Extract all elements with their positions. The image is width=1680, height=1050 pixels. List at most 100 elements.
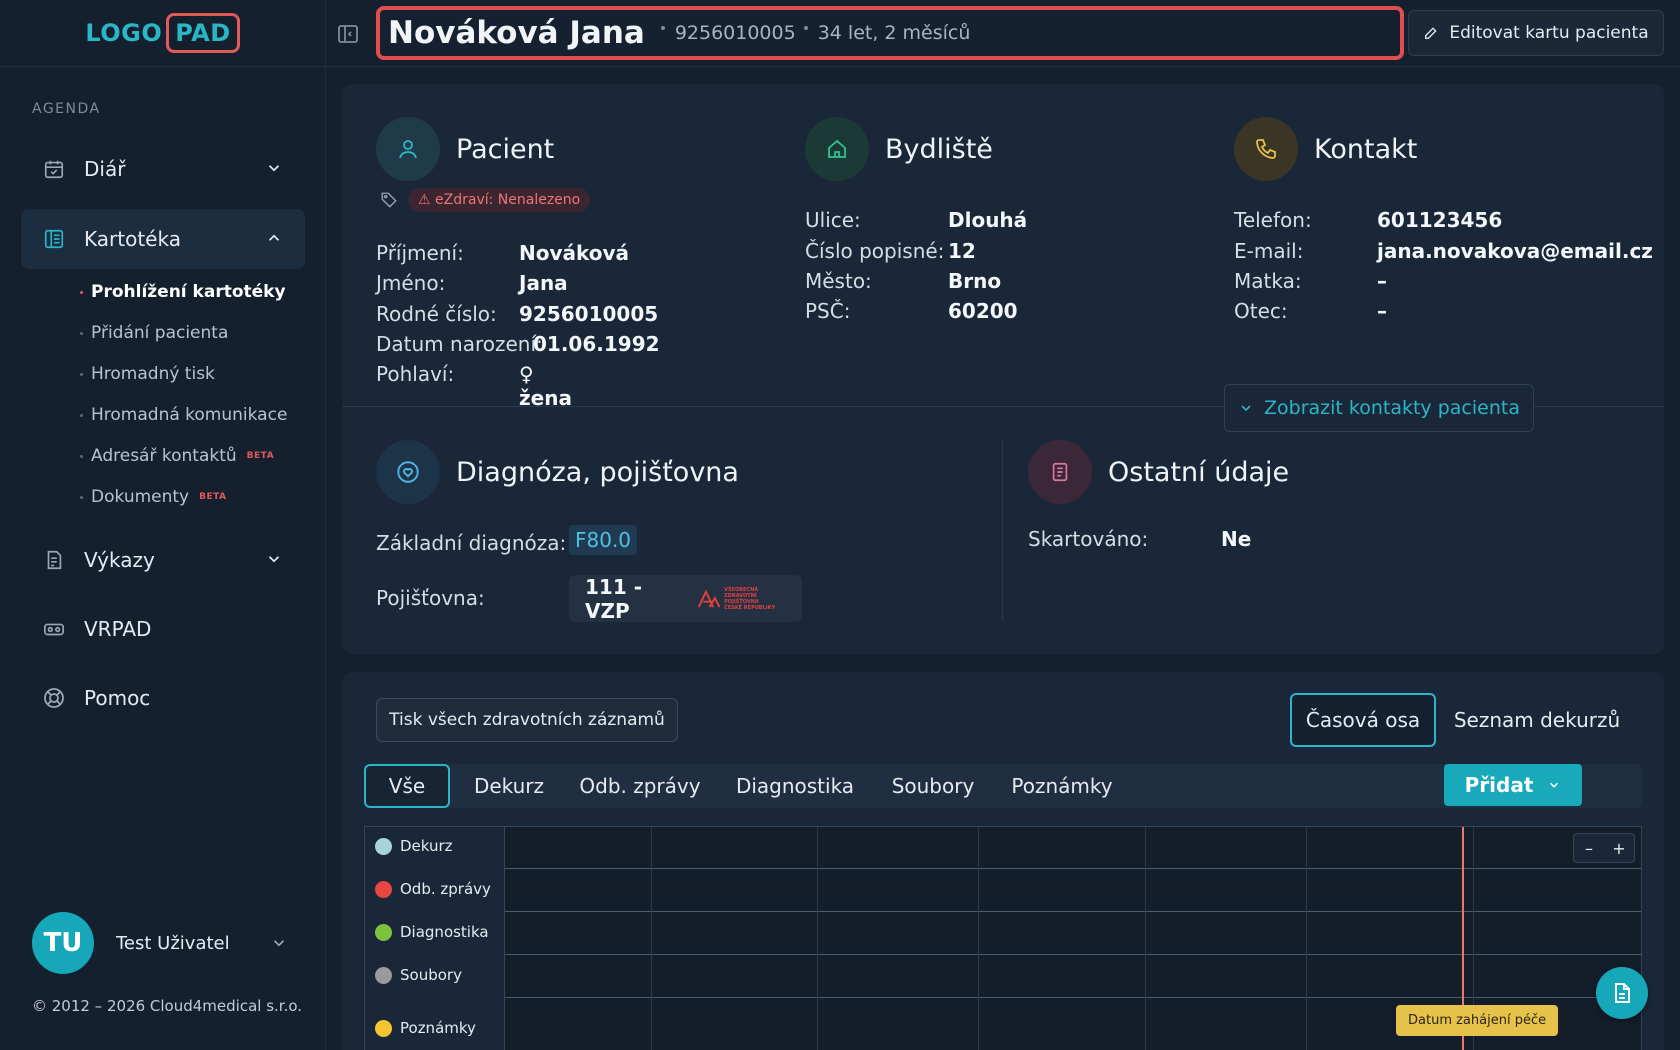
- patient-gender-row: Pohlaví: ♀ žena: [376, 362, 572, 410]
- patient-birthdate-row: Datum narození: 01.06.1992: [376, 332, 660, 356]
- timeline-view-button[interactable]: Časová osa: [1290, 693, 1436, 747]
- vzp-logo-text: VŠEOBECNÁ ZDRAVOTNÍ POJIŠŤOVNA ČESKÉ REP…: [724, 587, 786, 611]
- address-number-row: Číslo popisné: 12: [805, 239, 976, 263]
- print-all-records-button[interactable]: Tisk všech zdravotních záznamů: [376, 698, 678, 742]
- sidebar-subitem-pridani[interactable]: Přidání pacienta: [80, 323, 228, 343]
- field-value: Brno: [948, 269, 1002, 293]
- chevron-down-icon: [268, 556, 280, 563]
- patient-info-card: Pacient ⚠ eZdraví: Nenalezeno Příjmení: N…: [342, 84, 1664, 654]
- bullet: [80, 331, 83, 335]
- address-zip-row: PSČ: 60200: [805, 299, 1018, 323]
- chevron-up-icon: [268, 234, 280, 241]
- lifebuoy-icon: [42, 686, 66, 710]
- shredded-row: Skartováno: Ne: [1028, 527, 1251, 551]
- field-label: Matka:: [1234, 269, 1302, 293]
- contact-father-row: Otec: –: [1234, 299, 1387, 323]
- timeline-grid[interactable]: Dekurz Odb. zprávy Diagnostika Soubory P…: [364, 826, 1642, 1050]
- sidebar-subitem-adresar[interactable]: Adresář kontaktů BETA: [80, 446, 274, 466]
- section-label-agenda: AGENDA: [32, 101, 101, 117]
- grid-line: [505, 911, 1641, 912]
- sidebar-item-pomoc[interactable]: Pomoc: [21, 668, 305, 728]
- legend-dot: [375, 1019, 392, 1037]
- sidebar-subitem-hromadny-tisk[interactable]: Hromadný tisk: [80, 364, 215, 384]
- field-label: Skartováno:: [1028, 527, 1149, 551]
- timeline-row-odb-zpravy: Odb. zprávy: [375, 880, 491, 898]
- zoom-in-button[interactable]: +: [1604, 834, 1634, 862]
- timeline-row-soubory: Soubory: [375, 966, 462, 984]
- field-value: Nováková: [519, 241, 630, 265]
- legend-dot: [375, 923, 392, 941]
- sidebar-item-vrpad[interactable]: VRPAD: [21, 599, 305, 659]
- field-label: PSČ:: [805, 299, 851, 323]
- insurance-value: 111 - VZP: [585, 574, 643, 623]
- tab-vse[interactable]: Vše: [364, 764, 450, 808]
- bullet: [80, 372, 83, 376]
- female-icon: ♀: [519, 362, 534, 386]
- user-name: Test Uživatel: [116, 932, 230, 954]
- diagnosis-block-header: Diagnóza, pojišťovna: [376, 440, 739, 504]
- patient-surname-row: Příjmení: Nováková: [376, 241, 629, 265]
- logo-part-2: PAD: [166, 13, 240, 53]
- tab-dekurz[interactable]: Dekurz: [462, 764, 556, 808]
- legend-dot: [375, 837, 392, 855]
- address-block-title: Bydliště: [885, 133, 993, 165]
- tag-icon[interactable]: [380, 191, 398, 209]
- field-value: 9256010005: [519, 302, 659, 326]
- legend-dot: [375, 966, 392, 984]
- field-label: Město:: [805, 269, 872, 293]
- chevron-down-icon: [1550, 782, 1559, 788]
- zoom-out-button[interactable]: –: [1574, 834, 1604, 862]
- separator-dot: [803, 26, 808, 30]
- diagnosis-code-badge[interactable]: F80.0: [569, 525, 638, 555]
- insurance-badge: 111 - VZP VŠEOBECNÁ ZDRAVOTNÍ POJIŠŤOVNA…: [569, 574, 802, 623]
- sidebar-item-kartoteka[interactable]: Kartotéka: [21, 209, 305, 269]
- sidebar-item-diar[interactable]: Diář: [21, 139, 305, 199]
- patient-age: 34 let, 2 měsíců: [817, 22, 971, 44]
- grid-line: [505, 954, 1641, 955]
- edit-patient-card-button[interactable]: Editovat kartu pacienta: [1408, 10, 1664, 56]
- contact-block-header: Kontakt: [1234, 117, 1417, 181]
- contact-mother-row: Matka: –: [1234, 269, 1387, 293]
- sidebar-subitem-prohlizeni[interactable]: Prohlížení kartotéky: [80, 282, 286, 302]
- sidebar-item-label: Diář: [84, 157, 126, 181]
- vzp-logo: VŠEOBECNÁ ZDRAVOTNÍ POJIŠŤOVNA ČESKÉ REP…: [697, 587, 786, 611]
- logo[interactable]: LOGO PAD: [85, 13, 240, 53]
- ezdravi-status: eZdraví: Nenalezeno: [435, 192, 581, 208]
- floating-document-button[interactable]: [1596, 967, 1648, 1019]
- grid-line: [651, 827, 652, 1050]
- field-value: 60200: [948, 299, 1018, 323]
- tab-odb-zpravy[interactable]: Odb. zprávy: [568, 764, 712, 808]
- field-label: Pohlaví:: [376, 362, 455, 386]
- bullet: [80, 290, 83, 294]
- sidebar-item-label: Pomoc: [84, 686, 151, 710]
- field-value: Jana: [519, 271, 568, 295]
- insurance-row: Pojišťovna:: [376, 586, 485, 610]
- add-record-button[interactable]: Přidat: [1444, 764, 1582, 806]
- other-block-title: Ostatní údaje: [1108, 456, 1290, 488]
- avatar: TU: [32, 912, 94, 974]
- show-patient-contacts-button[interactable]: Zobrazit kontakty pacienta: [1224, 384, 1534, 432]
- beta-badge: BETA: [199, 492, 227, 502]
- tab-diagnostika[interactable]: Diagnostika: [726, 764, 864, 808]
- tab-poznamky[interactable]: Poznámky: [1000, 764, 1124, 808]
- patient-firstname-row: Jméno: Jana: [376, 271, 568, 295]
- sidebar-toggle-icon[interactable]: [336, 22, 360, 46]
- sidebar-subitem-label: Adresář kontaktů: [91, 446, 237, 466]
- field-value: –: [1377, 269, 1387, 293]
- pencil-icon: [1425, 27, 1437, 39]
- sidebar-subitem-label: Prohlížení kartotéky: [91, 282, 286, 302]
- tab-soubory[interactable]: Soubory: [876, 764, 990, 808]
- sidebar-item-vykazy[interactable]: Výkazy: [21, 530, 305, 590]
- chevron-down-icon: [268, 165, 280, 172]
- user-menu[interactable]: TU Test Uživatel: [32, 912, 288, 974]
- timeline-row-label: Dekurz: [400, 837, 453, 855]
- copyright: © 2012 – 2026 Cloud4medical s.r.o.: [32, 997, 303, 1015]
- header: Nováková Jana 9256010005 34 let, 2 měsíc…: [326, 0, 1680, 67]
- contact-block-title: Kontakt: [1314, 133, 1418, 165]
- decursus-list-view-button[interactable]: Seznam dekurzů: [1452, 693, 1622, 747]
- field-value: Dlouhá: [948, 208, 1028, 232]
- sidebar-subitem-dokumenty[interactable]: Dokumenty BETA: [80, 487, 227, 507]
- sidebar-subitem-komunikace[interactable]: Hromadná komunikace: [80, 405, 287, 425]
- field-label: Otec:: [1234, 299, 1288, 323]
- divider: [1002, 440, 1003, 620]
